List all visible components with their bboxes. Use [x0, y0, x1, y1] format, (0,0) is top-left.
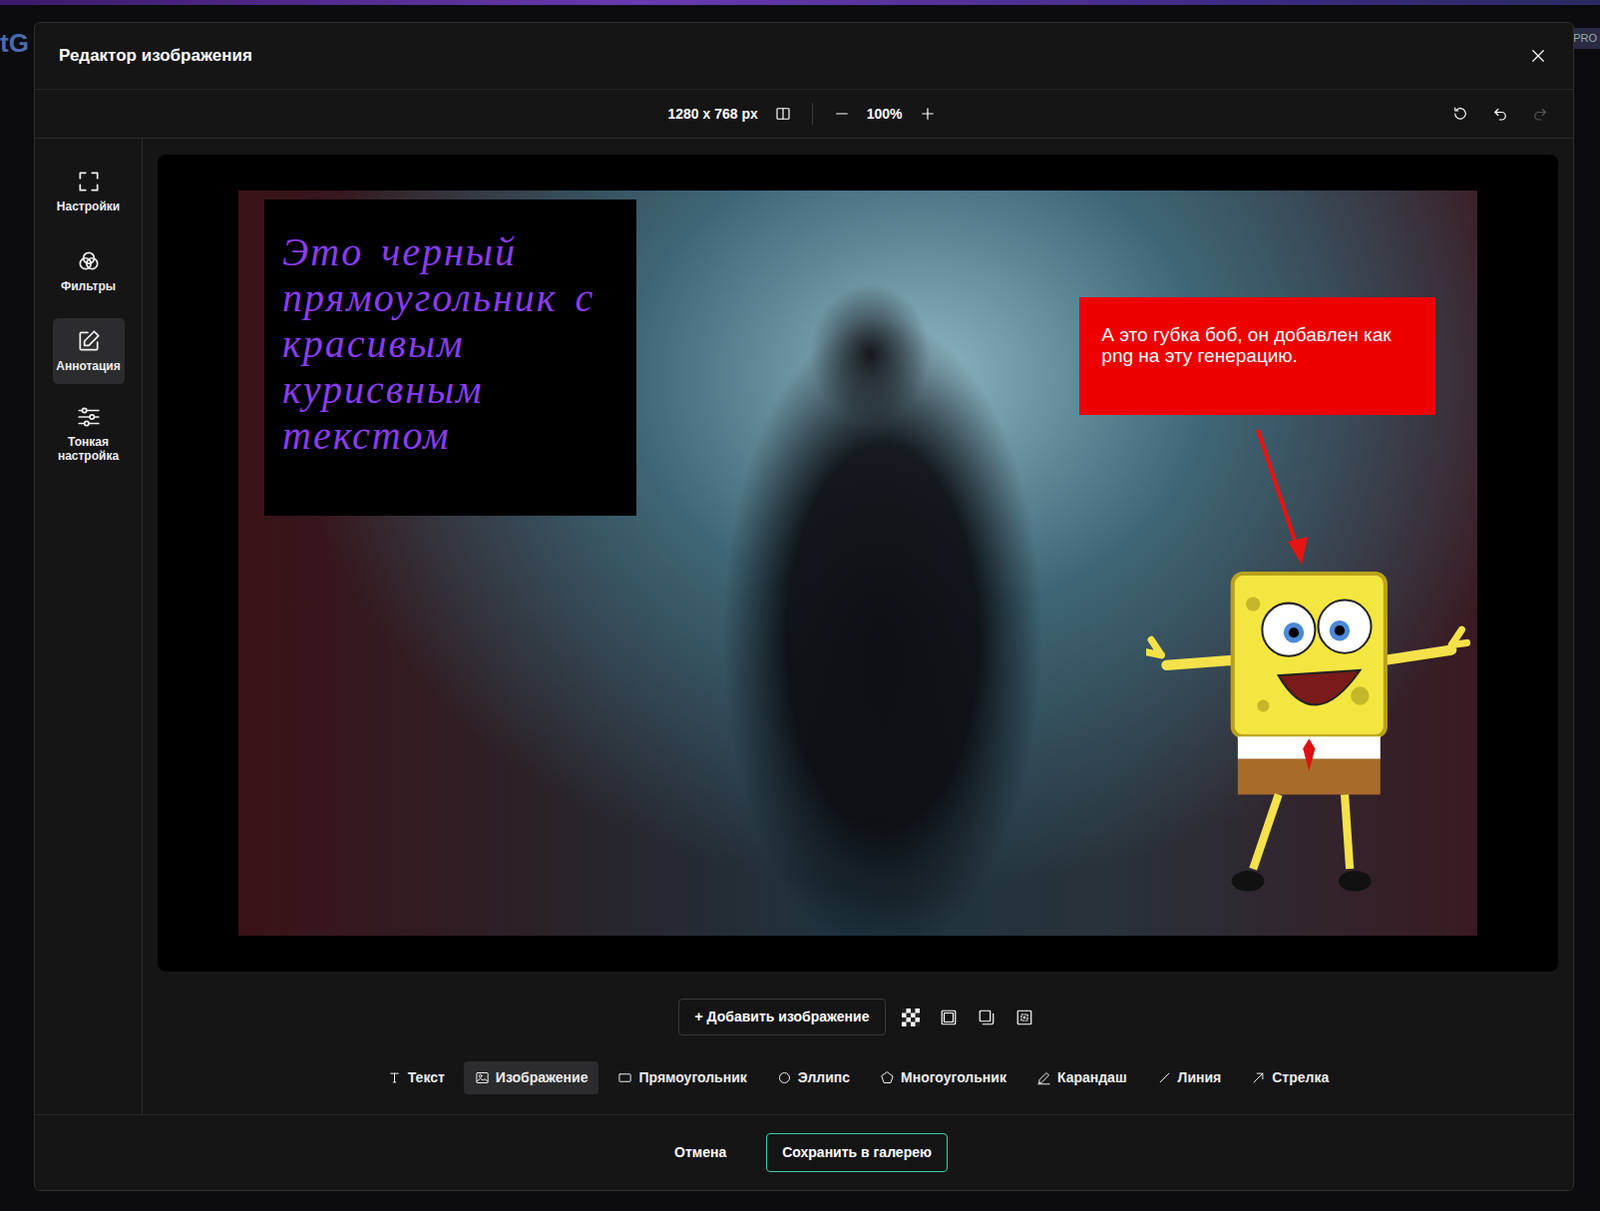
tool-label: Эллипс [798, 1067, 850, 1089]
tool-button[interactable]: Карандаш [1025, 1061, 1139, 1095]
zoom-in-icon[interactable] [914, 100, 941, 127]
sliders-icon [75, 403, 102, 430]
modal-footer: Отмена Сохранить в галерею [34, 1114, 1574, 1191]
tool-button[interactable]: Изображение [463, 1061, 600, 1095]
ellipse-icon [777, 1070, 793, 1086]
rectangle-icon [617, 1070, 633, 1086]
top-accent-line [0, 0, 1600, 5]
sidebar-item[interactable]: Фильтры [52, 238, 125, 305]
arrow-icon [1250, 1070, 1266, 1086]
red-rectangle[interactable]: А это губка боб, он добавлен как png на … [1079, 297, 1435, 415]
tool-label: Линия [1178, 1067, 1222, 1089]
callout-text[interactable]: А это губка боб, он добавлен как png на … [1101, 325, 1413, 368]
editor-canvas: Это черный прямоугольник с красивым кури… [157, 154, 1559, 972]
text-icon [387, 1070, 402, 1086]
tool-label: Текст [407, 1067, 445, 1089]
image-icon [474, 1070, 490, 1086]
sidebar-label: Аннотация [55, 360, 121, 375]
shadow-icon[interactable] [973, 1004, 1000, 1031]
editor-sidebar: Настройки Фильтры Аннотация Тонкая настройк… [34, 138, 143, 1115]
modal-title: Редактор изображения [58, 42, 253, 69]
text-rectangle-annotation[interactable]: Это черный прямоугольник с красивым кури… [264, 199, 637, 516]
arrow-icon[interactable] [238, 190, 1478, 936]
filter-circles-icon [75, 248, 102, 275]
tool-button[interactable]: Прямоугольник [606, 1061, 758, 1095]
tool-label: Многоугольник [900, 1067, 1007, 1089]
tool-button[interactable]: Эллипс [766, 1061, 861, 1095]
arrow-annotation[interactable] [238, 190, 1478, 936]
image-actions: + Добавить изображение [678, 998, 1039, 1036]
tool-button[interactable]: Текст [376, 1061, 456, 1095]
add-image-button[interactable]: + Добавить изображение [678, 998, 887, 1036]
size-zoom-group: 1280 x 768 px 100% [667, 100, 940, 127]
history-group [940, 100, 1554, 127]
sidebar-label: Настройки [56, 200, 120, 215]
undo-icon[interactable] [1487, 100, 1514, 127]
tool-label: Карандаш [1057, 1067, 1128, 1089]
reset-icon[interactable] [1447, 100, 1474, 127]
tool-button[interactable]: Линия [1146, 1061, 1233, 1095]
callout-annotation[interactable]: А это губка боб, он добавлен как png на … [1079, 297, 1435, 415]
pencil-icon [1036, 1070, 1052, 1086]
tool-button[interactable]: Стрелка [1239, 1061, 1340, 1095]
cursive-text[interactable]: Это черный прямоугольник с красивым кури… [282, 229, 619, 459]
modal-header: Редактор изображения [34, 22, 1574, 90]
crop-corners-icon [75, 168, 102, 195]
tool-label: Стрелка [1271, 1067, 1329, 1089]
transparency-checker-icon[interactable] [897, 1004, 924, 1031]
sidebar-label: Тонкая настройка [54, 435, 123, 464]
compare-split-icon[interactable] [770, 100, 797, 127]
line-icon [1157, 1070, 1173, 1086]
black-rectangle[interactable]: Это черный прямоугольник с красивым кури… [264, 199, 637, 516]
image-size: 1280 x 768 px [667, 103, 758, 125]
close-icon[interactable] [1525, 42, 1552, 69]
save-button[interactable]: Сохранить в галерею [766, 1133, 948, 1173]
image-editor-modal: Редактор изображения 1280 x 768 px 100% Нас… [33, 21, 1575, 1192]
polygon-icon [879, 1070, 895, 1086]
sidebar-item[interactable]: Тонкая настройка [52, 398, 125, 470]
editor-toolbar: 1280 x 768 px 100% [34, 89, 1574, 139]
toolbar-separator [811, 102, 813, 125]
app-logo[interactable]: tG [0, 23, 34, 63]
cancel-button[interactable]: Отмена [660, 1134, 741, 1172]
editor-main: Это черный прямоугольник с красивым кури… [142, 138, 1574, 1115]
tool-label: Прямоугольник [638, 1067, 747, 1089]
sidebar-label: Фильтры [60, 280, 116, 295]
tool-label: Изображение [495, 1067, 589, 1089]
zoom-out-icon[interactable] [828, 100, 855, 127]
redo-icon[interactable] [1527, 100, 1554, 127]
spongebob-image[interactable] [1146, 562, 1473, 906]
sidebar-item[interactable]: Настройки [52, 158, 125, 225]
tool-button[interactable]: Многоугольник [868, 1061, 1018, 1095]
annotation-tools: Текст Изображение Прямоугольник Эллипс Много… [376, 1061, 1341, 1095]
fit-box-icon[interactable] [1011, 1004, 1038, 1031]
zoom-level: 100% [866, 103, 903, 125]
frame-icon[interactable] [935, 1004, 962, 1031]
generated-photo: Это черный прямоугольник с красивым кури… [238, 190, 1478, 936]
editor-body: Настройки Фильтры Аннотация Тонкая настройк… [34, 138, 1574, 1115]
sidebar-item[interactable]: Аннотация [52, 318, 125, 385]
annotate-pencil-icon [75, 328, 102, 355]
